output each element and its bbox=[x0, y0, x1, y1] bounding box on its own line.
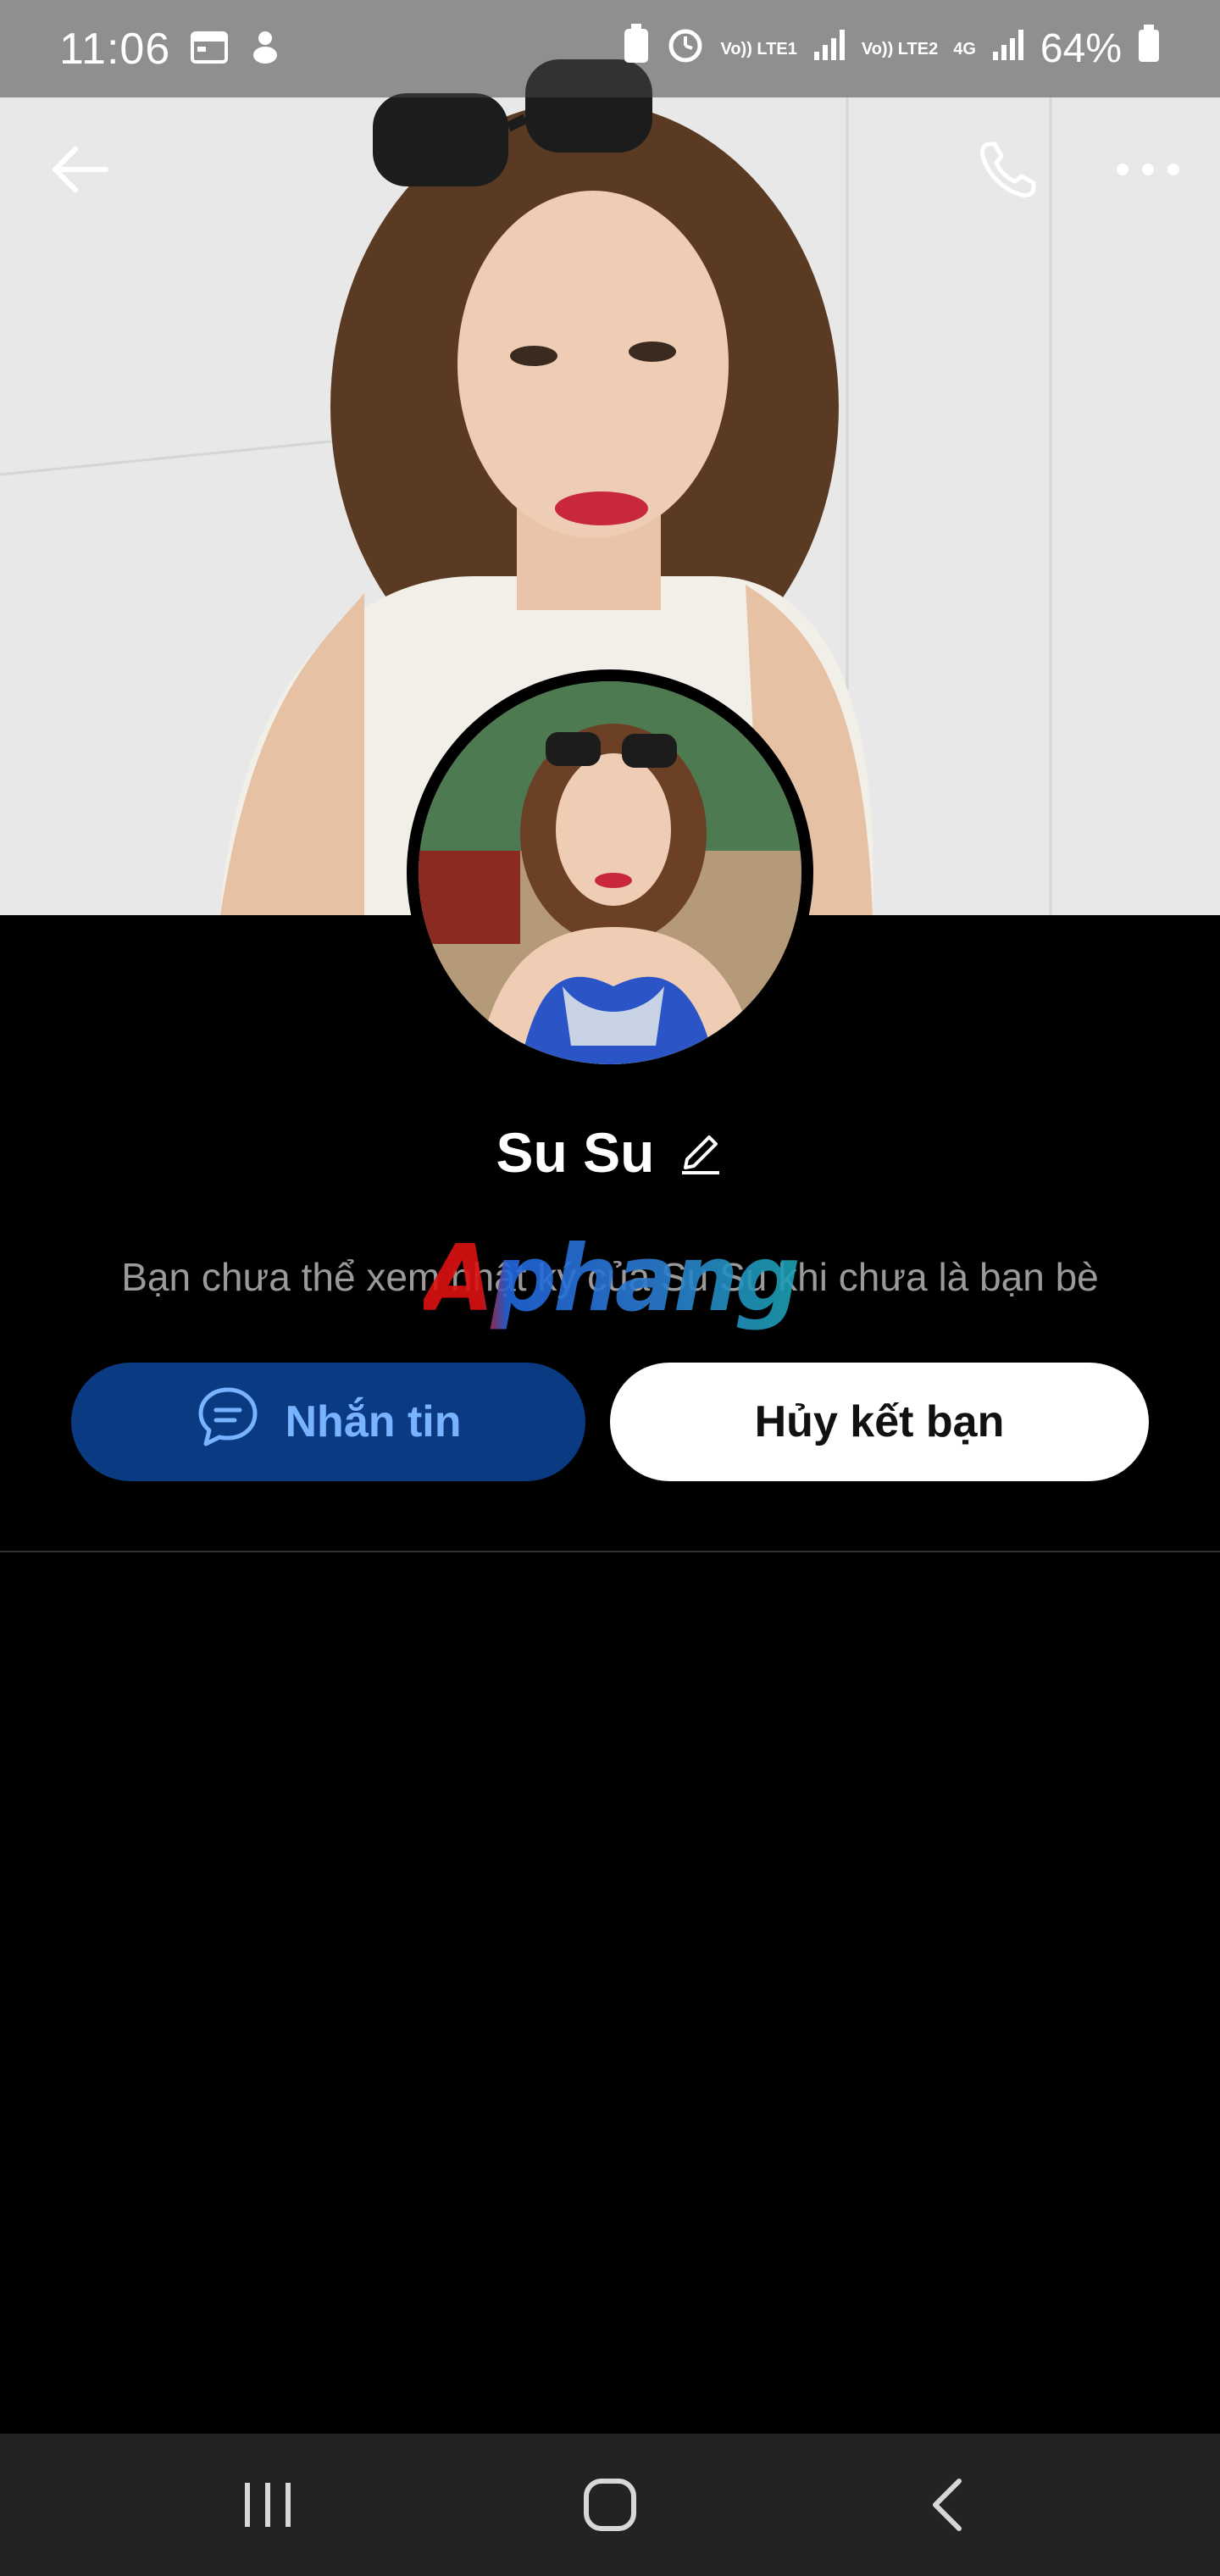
unfriend-button[interactable]: Hủy kết bạn bbox=[610, 1363, 1149, 1481]
network-1-label: Vo)) LTE1 bbox=[720, 39, 797, 58]
battery-saver-icon bbox=[622, 23, 651, 75]
system-nav-bar bbox=[0, 2434, 1220, 2576]
network-type-label: 4G bbox=[953, 39, 976, 58]
nav-back-icon[interactable] bbox=[915, 2471, 983, 2539]
message-button[interactable]: Nhắn tin bbox=[71, 1363, 585, 1481]
status-time: 11:06 bbox=[59, 24, 171, 74]
profile-name-row: Su Su bbox=[0, 1110, 1220, 1195]
battery-icon bbox=[1137, 24, 1161, 74]
profile-page: 11:06 Vo)) LTE1 Vo)) LTE2 4G 64% Su Su B… bbox=[0, 0, 1220, 2576]
watermark-logo: Aphang bbox=[424, 1229, 805, 1330]
unfriend-button-label: Hủy kết bạn bbox=[754, 1397, 1005, 1446]
signal-2-icon bbox=[991, 25, 1025, 72]
status-bar: 11:06 Vo)) LTE1 Vo)) LTE2 4G 64% bbox=[0, 0, 1220, 97]
network-2-label: Vo)) LTE2 bbox=[861, 39, 939, 58]
profile-top-bar bbox=[0, 127, 1220, 212]
recent-apps-icon[interactable] bbox=[234, 2471, 302, 2539]
battery-percent: 64% bbox=[1040, 26, 1122, 71]
pencil-icon[interactable] bbox=[677, 1129, 724, 1176]
calendar-icon bbox=[191, 30, 229, 68]
phone-icon[interactable] bbox=[974, 136, 1042, 203]
avatar-image bbox=[419, 681, 801, 1064]
chat-bubble-icon bbox=[196, 1385, 260, 1460]
home-icon[interactable] bbox=[576, 2471, 644, 2539]
profile-name: Su Su bbox=[496, 1121, 655, 1184]
arrow-left-icon[interactable] bbox=[47, 136, 114, 203]
alarm-icon bbox=[666, 25, 705, 74]
status-right: Vo)) LTE1 Vo)) LTE2 4G 64% bbox=[622, 23, 1161, 75]
notification-app-icon bbox=[248, 28, 282, 69]
signal-1-icon bbox=[812, 25, 846, 72]
profile-avatar[interactable] bbox=[407, 669, 813, 1076]
message-button-label: Nhắn tin bbox=[285, 1397, 462, 1446]
section-divider bbox=[0, 1551, 1220, 1552]
more-horizontal-icon[interactable] bbox=[1114, 136, 1182, 203]
